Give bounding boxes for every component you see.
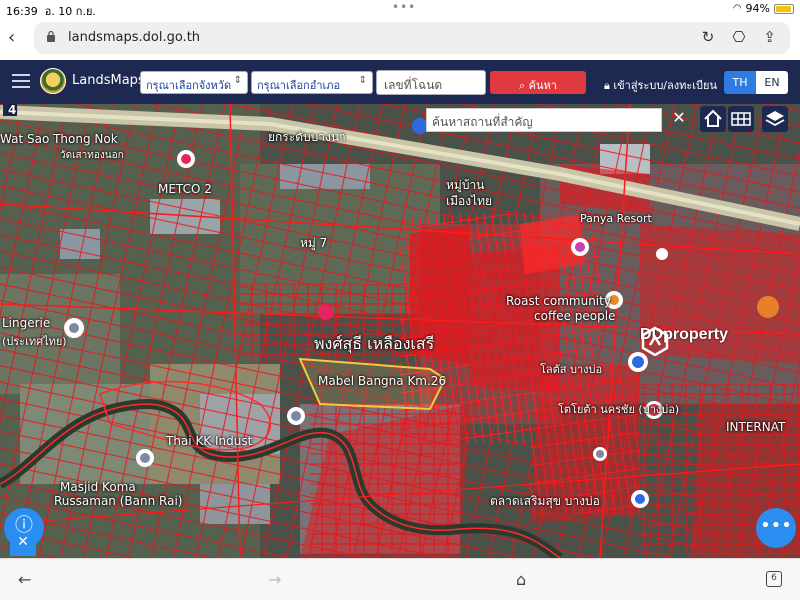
district-select[interactable]: กรุณาเลือกอำเภอ ⇕ — [251, 71, 373, 94]
lang-th-button[interactable]: TH — [724, 71, 756, 94]
address-bar[interactable]: landsmaps.dol.go.th ↻ ⎔ ⇪ — [34, 22, 790, 54]
place-label-lotus: โลตัส บางบ่อ — [540, 363, 603, 376]
ddproperty-watermark: DDproperty — [640, 326, 728, 356]
lang-en-button[interactable]: EN — [756, 71, 788, 94]
road-label: ยกระดับบางนา — [268, 130, 346, 144]
url-text: landsmaps.dol.go.th — [68, 30, 201, 45]
grid-icon — [731, 112, 751, 126]
place-label-wat: Wat Sao Thong Nok — [0, 132, 118, 146]
place-label-panya: Panya Resort — [580, 212, 652, 225]
place-label-thaikk: Thai KK Indust — [166, 434, 253, 448]
place-label-market: ตลาดเสริมสุข บางบ่อ — [490, 494, 600, 508]
place-search-input[interactable]: ค้นหาสถานที่สำคัญ — [426, 108, 662, 132]
ddproperty-logo-icon — [641, 326, 669, 356]
more-options-fab[interactable]: ••• — [756, 508, 796, 548]
multitask-dots-icon[interactable]: ••• — [392, 0, 416, 14]
place-label-roast: Roast community — [506, 294, 611, 308]
home-tab-icon[interactable]: ⌂ — [516, 570, 526, 589]
place-label-russaman: Russaman (Bann Rai) — [54, 494, 183, 508]
close-icon[interactable]: ✕ — [668, 108, 690, 132]
dol-logo — [40, 68, 66, 94]
tools-button[interactable]: ✕ — [10, 534, 36, 556]
chevron-updown-icon: ⇕ — [358, 75, 367, 86]
search-button[interactable]: ⌕ ค้นหา — [490, 71, 586, 94]
grid-button[interactable] — [728, 106, 754, 132]
parcel-owner-label: พงศ์สุธี เหลืองเสรี — [314, 334, 435, 353]
place-label-moo7: หมู่ 7 — [300, 236, 328, 250]
tabs-icon[interactable]: 6 — [766, 571, 782, 587]
chevron-updown-icon: ⇕ — [233, 75, 242, 86]
language-toggle: TH EN — [724, 71, 788, 94]
layers-button[interactable] — [762, 106, 788, 132]
place-label-lingerie2: (ประเทศไทย) — [2, 335, 67, 348]
menu-icon[interactable] — [12, 74, 30, 88]
place-label-mabel: Mabel Bangna Km.26 — [318, 374, 447, 388]
place-label-internat: INTERNAT — [726, 420, 786, 434]
province-select[interactable]: กรุณาเลือกจังหวัด ⇕ — [140, 71, 248, 94]
browser-bottom-toolbar: ← → ⌂ 6 — [0, 558, 800, 600]
battery-icon — [774, 3, 794, 14]
padlock-icon: 🔒︎ — [604, 79, 610, 92]
deed-number-input[interactable]: เลขที่โฉนด — [376, 70, 486, 95]
reload-icon[interactable]: ↻ — [702, 28, 715, 46]
tools-icon: ✕ — [17, 534, 29, 550]
road-number-label: 4 — [8, 104, 17, 117]
bookmark-icon[interactable]: ⎔ — [732, 28, 745, 46]
ellipsis-icon: ••• — [760, 515, 792, 536]
home-icon — [704, 109, 722, 127]
app-navbar: LandsMaps กรุณาเลือกจังหวัด ⇕ กรุณาเลือกอ… — [0, 60, 800, 104]
info-icon: ⓘ — [15, 515, 33, 536]
brand-name: LandsMaps — [72, 73, 145, 88]
place-label-metco: METCO 2 — [158, 182, 212, 196]
lock-icon — [47, 30, 55, 42]
place-label-toyota: โตโยต้า นครชัย (บางบ่อ) — [558, 403, 680, 416]
search-icon: ⌕ — [519, 79, 526, 92]
place-label-masjid: Masjid Koma — [60, 480, 136, 494]
place-label-village2: เมืองไทย — [446, 194, 493, 208]
share-icon[interactable]: ⇪ — [763, 28, 776, 46]
back-icon[interactable]: ‹ — [8, 27, 15, 48]
login-link[interactable]: 🔒︎ เข้าสู่ระบบ/ลงทะเบียน — [604, 76, 717, 94]
wifi-icon: ◠ — [732, 3, 742, 14]
back-arrow-icon[interactable]: ← — [18, 570, 31, 589]
browser-toolbar: ‹ landsmaps.dol.go.th ↻ ⎔ ⇪ — [0, 18, 800, 60]
place-label-lingerie: Lingerie — [2, 316, 51, 330]
forward-arrow-icon[interactable]: → — [268, 570, 281, 589]
place-label-wat-th: วัดเสาทองนอก — [60, 150, 124, 161]
layers-icon — [765, 111, 785, 127]
place-label-coffee: coffee people — [534, 309, 616, 323]
map-view[interactable]: 4 ยกระดับบางนา Wat Sao Thong Nok วัดเสาท… — [0, 104, 800, 558]
status-bar: 16:39 อ. 10 ก.ย. ••• ◠ 94% — [0, 0, 800, 18]
battery-percent: 94% — [745, 2, 770, 15]
home-button[interactable] — [700, 106, 726, 132]
